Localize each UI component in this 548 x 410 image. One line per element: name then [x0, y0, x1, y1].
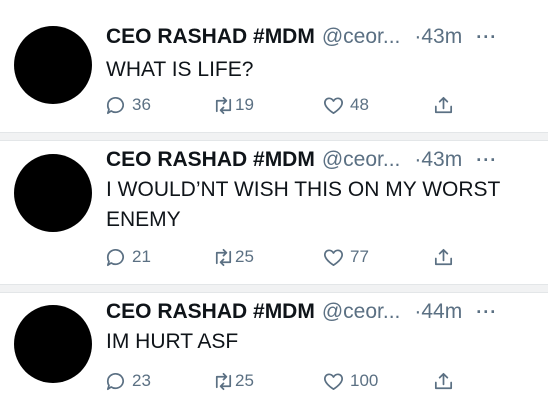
- reply-button[interactable]: 36: [104, 90, 151, 120]
- retweet-count: 25: [235, 371, 254, 390]
- reply-count: 23: [132, 371, 151, 390]
- reply-button[interactable]: 21: [104, 242, 151, 272]
- avatar[interactable]: [14, 154, 92, 232]
- like-count: 77: [350, 247, 369, 266]
- retweet-count: 25: [235, 247, 254, 266]
- tweet-actions: 36 19 48: [104, 90, 548, 120]
- heart-icon: [324, 248, 343, 266]
- tweet[interactable]: CEO RASHAD #MDM @ceor... ·44m ··· IM HUR…: [0, 293, 548, 410]
- avatar[interactable]: [14, 26, 92, 104]
- author-name[interactable]: CEO RASHAD #MDM: [106, 25, 315, 49]
- tweet-header: CEO RASHAD #MDM @ceor... ·43m ···: [106, 22, 540, 52]
- author-name[interactable]: CEO RASHAD #MDM: [106, 300, 315, 324]
- author-handle[interactable]: @ceor...: [322, 300, 401, 324]
- retweet-icon: [215, 96, 232, 114]
- tweet-separator: [0, 132, 548, 141]
- reply-count: 36: [132, 95, 151, 114]
- reply-button[interactable]: 23: [104, 366, 151, 396]
- more-options-icon[interactable]: ···: [476, 27, 497, 48]
- retweet-button[interactable]: 25: [212, 366, 254, 396]
- like-button[interactable]: 77: [322, 242, 369, 272]
- more-options-icon[interactable]: ···: [476, 302, 497, 323]
- tweet-actions: 23 25 100: [104, 366, 548, 396]
- retweet-icon: [215, 372, 232, 390]
- tweet-timestamp[interactable]: ·44m: [414, 300, 462, 324]
- retweet-count: 19: [235, 95, 254, 114]
- like-count: 48: [350, 95, 369, 114]
- retweet-button[interactable]: 19: [212, 90, 254, 120]
- share-button[interactable]: [432, 242, 455, 272]
- reply-icon: [106, 248, 124, 266]
- author-name[interactable]: CEO RASHAD #MDM: [106, 148, 315, 172]
- reply-icon: [106, 372, 124, 390]
- heart-icon: [324, 96, 343, 114]
- retweet-button[interactable]: 25: [212, 242, 254, 272]
- author-handle[interactable]: @ceor...: [322, 25, 401, 49]
- tweet-text: IM HURT ASF: [106, 330, 239, 353]
- avatar[interactable]: [14, 305, 92, 383]
- tweet-timestamp[interactable]: ·43m: [414, 148, 462, 172]
- like-button[interactable]: 48: [322, 90, 369, 120]
- reply-icon: [106, 96, 124, 114]
- author-handle[interactable]: @ceor...: [322, 148, 401, 172]
- tweet[interactable]: CEO RASHAD #MDM @ceor... ·43m ··· I WOUL…: [0, 141, 548, 284]
- more-options-icon[interactable]: ···: [476, 150, 497, 171]
- share-icon: [434, 248, 453, 265]
- tweet-separator: [0, 284, 548, 293]
- like-button[interactable]: 100: [322, 366, 378, 396]
- share-icon: [434, 372, 453, 389]
- tweet-actions: 21 25 77: [104, 242, 548, 272]
- tweet-header: CEO RASHAD #MDM @ceor... ·43m ···: [106, 145, 540, 175]
- tweet-text: WHAT IS LIFE?: [106, 58, 254, 81]
- share-button[interactable]: [432, 90, 455, 120]
- reply-count: 21: [132, 247, 151, 266]
- tweet-timestamp[interactable]: ·43m: [414, 25, 462, 49]
- like-count: 100: [350, 371, 379, 390]
- heart-icon: [324, 372, 343, 390]
- share-button[interactable]: [432, 366, 455, 396]
- tweet-header: CEO RASHAD #MDM @ceor... ·44m ···: [106, 297, 540, 327]
- tweet-text: I WOULD’NT WISH THIS ON MY WORST ENEMY: [106, 178, 500, 231]
- share-icon: [434, 96, 453, 113]
- retweet-icon: [215, 248, 232, 266]
- tweet[interactable]: CEO RASHAD #MDM @ceor... ·43m ··· WHAT I…: [0, 0, 548, 132]
